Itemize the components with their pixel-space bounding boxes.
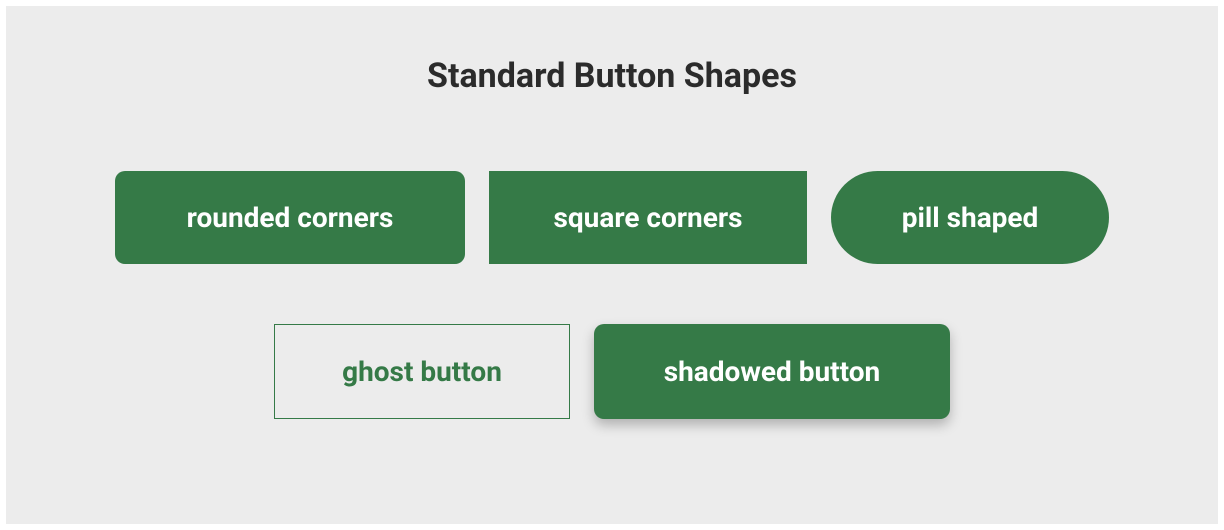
rounded-corners-button[interactable]: rounded corners [115, 171, 465, 264]
showcase-container: Standard Button Shapes rounded corners s… [6, 6, 1218, 524]
page-title: Standard Button Shapes [427, 56, 797, 96]
button-row-1: rounded corners square corners pill shap… [115, 171, 1109, 264]
square-corners-button[interactable]: square corners [489, 171, 807, 264]
button-row-2: ghost button shadowed button [274, 324, 950, 419]
pill-shaped-button[interactable]: pill shaped [831, 171, 1109, 264]
ghost-button[interactable]: ghost button [274, 324, 570, 419]
shadowed-button[interactable]: shadowed button [594, 324, 950, 419]
